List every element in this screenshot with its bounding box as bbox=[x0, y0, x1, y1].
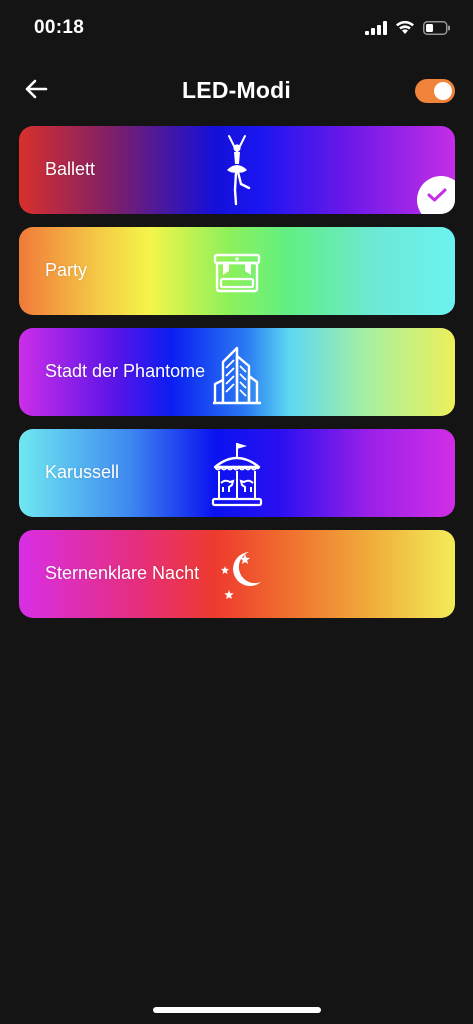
party-stage-icon bbox=[209, 235, 265, 307]
mode-card-karussell[interactable]: Karussell bbox=[19, 429, 455, 517]
status-bar: 00:18 bbox=[0, 0, 473, 56]
header: LED-Modi bbox=[0, 66, 473, 116]
toggle-knob bbox=[434, 82, 452, 100]
led-power-toggle[interactable] bbox=[415, 79, 455, 103]
mode-label: Ballett bbox=[45, 159, 96, 179]
mode-label: Karussell bbox=[45, 462, 120, 482]
mode-card-ballett[interactable]: Ballett bbox=[19, 126, 455, 214]
wifi-icon bbox=[395, 20, 415, 35]
battery-icon bbox=[423, 20, 451, 35]
mode-card-stadt-der-phantome[interactable]: Stadt der Phantome bbox=[19, 328, 455, 416]
moon-stars-icon bbox=[209, 538, 265, 610]
city-buildings-icon bbox=[209, 336, 265, 408]
page-title: LED-Modi bbox=[182, 77, 291, 103]
mode-label: Sternenklare Nacht bbox=[45, 563, 200, 583]
home-indicator bbox=[153, 1007, 321, 1013]
status-time: 00:18 bbox=[34, 17, 85, 38]
mode-card-party[interactable]: Party bbox=[19, 227, 455, 315]
mode-label: Stadt der Phantome bbox=[45, 361, 206, 381]
selected-badge bbox=[417, 176, 455, 214]
mode-label: Party bbox=[45, 260, 88, 280]
carousel-icon bbox=[209, 437, 265, 509]
screen: 00:18 LED-Modi Ballett Party Stadt der P… bbox=[0, 0, 473, 1024]
mode-card-sternenklare-nacht[interactable]: Sternenklare Nacht bbox=[19, 530, 455, 618]
mode-list: Ballett Party Stadt der Phantome Karusse… bbox=[19, 126, 455, 631]
ballerina-icon bbox=[209, 134, 265, 206]
status-icons bbox=[365, 20, 451, 35]
signal-icon bbox=[365, 20, 387, 35]
